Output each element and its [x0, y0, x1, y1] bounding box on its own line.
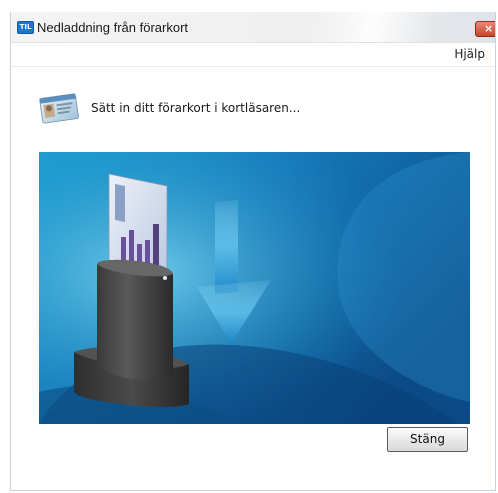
app-icon: TIL	[17, 21, 34, 34]
driver-card-icon	[38, 90, 80, 130]
close-button[interactable]: Stäng	[387, 427, 468, 452]
instruction-text: Sätt in ditt förarkort i kortläsaren...	[91, 101, 301, 115]
menu-item-help[interactable]: Hjälp	[454, 47, 485, 61]
dialog-window: TIL Nedladdning från förarkort × Hjälp S…	[10, 12, 496, 491]
menu-divider	[11, 66, 495, 67]
window-title: Nedladdning från förarkort	[37, 20, 189, 35]
title-bar[interactable]: TIL Nedladdning från förarkort ×	[11, 12, 495, 43]
close-icon: ×	[484, 22, 494, 35]
app-icon-text: TIL	[19, 23, 32, 31]
menu-bar: Hjälp	[11, 43, 495, 65]
title-bar-glare	[311, 12, 431, 42]
card-reader-illustration	[39, 152, 470, 424]
window-close-button[interactable]: ×	[475, 21, 495, 37]
